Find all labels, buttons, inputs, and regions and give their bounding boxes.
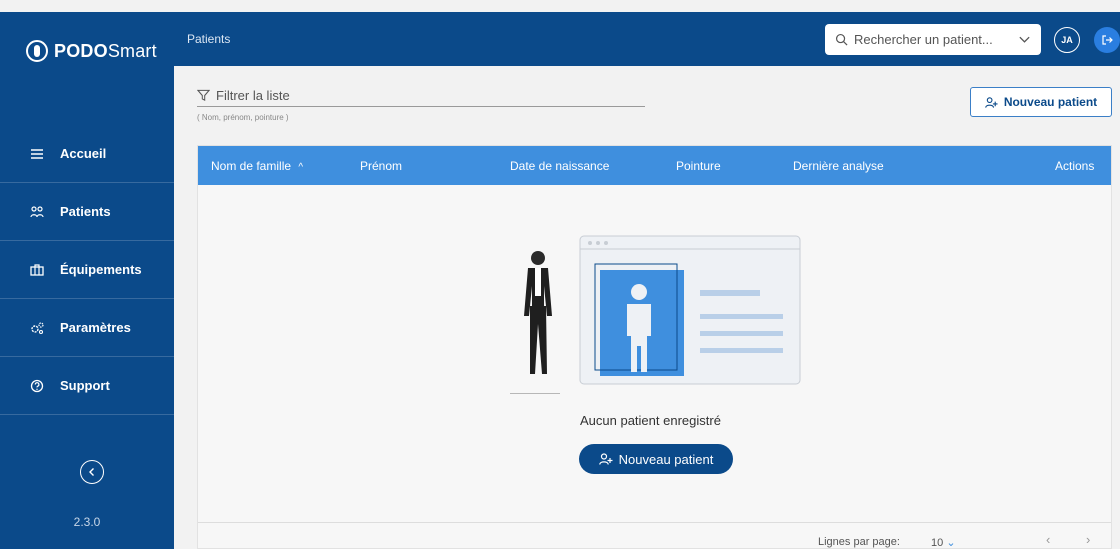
app-root: PODOSmart Accueil Patients Équipements P… — [0, 0, 1120, 549]
users-icon — [30, 205, 44, 217]
sidebar-item-label: Patients — [60, 204, 111, 219]
chevron-down-icon: ⌄ — [946, 537, 956, 549]
filter-hint: ( Nom, prénom, pointure ) — [197, 113, 289, 122]
table-header: Nom de famille ^ Prénom Date de naissanc… — [198, 146, 1111, 185]
logo-text: PODOSmart — [54, 40, 157, 61]
top-bar: Patients Rechercher un patient... JA — [174, 12, 1120, 66]
sidebar-nav: Accueil Patients Équipements Paramètres … — [0, 125, 174, 415]
sidebar-item-label: Support — [60, 378, 110, 393]
foot-logo-icon — [26, 40, 48, 62]
search-placeholder: Rechercher un patient... — [854, 32, 993, 47]
search-icon — [835, 33, 848, 46]
next-page-button[interactable]: › — [1086, 532, 1090, 547]
empty-new-patient-button[interactable]: Nouveau patient — [579, 444, 733, 474]
column-header-derniere-analyse[interactable]: Dernière analyse — [793, 159, 884, 173]
app-logo: PODOSmart — [0, 12, 174, 72]
briefcase-icon — [30, 263, 44, 276]
sidebar-item-label: Accueil — [60, 146, 107, 161]
chevron-left-icon — [89, 468, 94, 476]
logout-button[interactable] — [1094, 27, 1120, 53]
table-footer: Lignes par page: 10 ⌄ ‹ › — [198, 522, 1111, 549]
sidebar-item-label: Équipements — [60, 262, 142, 277]
app-version: 2.3.0 — [73, 515, 101, 529]
sort-ascending-icon: ^ — [298, 162, 304, 173]
sidebar: PODOSmart Accueil Patients Équipements P… — [0, 12, 174, 549]
previous-page-button[interactable]: ‹ — [1046, 532, 1050, 547]
add-user-icon — [984, 96, 998, 108]
filter-placeholder: Filtrer la liste — [216, 88, 290, 103]
user-avatar[interactable]: JA — [1054, 27, 1080, 53]
column-header-prenom[interactable]: Prénom — [360, 159, 402, 173]
filter-input[interactable]: Filtrer la liste — [197, 88, 645, 107]
column-header-date-naissance[interactable]: Date de naissance — [510, 159, 609, 173]
rows-per-page-label: Lignes par page: — [818, 536, 900, 548]
patients-table: Nom de famille ^ Prénom Date de naissanc… — [197, 145, 1112, 549]
collapse-sidebar-button[interactable] — [80, 460, 104, 484]
logout-icon — [1102, 35, 1113, 45]
filter-icon — [197, 89, 210, 101]
rows-per-page-select[interactable]: 10 ⌄ — [931, 536, 956, 549]
column-header-pointure[interactable]: Pointure — [676, 159, 721, 173]
sidebar-item-label: Paramètres — [60, 320, 131, 335]
sidebar-item-parametres[interactable]: Paramètres — [0, 299, 174, 357]
column-header-actions: Actions — [1055, 159, 1095, 173]
help-icon — [30, 379, 44, 392]
new-patient-button[interactable]: Nouveau patient — [970, 87, 1112, 117]
breadcrumb: Patients — [187, 32, 231, 46]
new-patient-label: Nouveau patient — [1003, 95, 1098, 109]
add-user-icon — [598, 453, 613, 465]
sidebar-item-equipements[interactable]: Équipements — [0, 241, 174, 299]
chevron-down-icon[interactable] — [1018, 33, 1031, 46]
menu-icon — [31, 148, 43, 159]
patient-search-input[interactable]: Rechercher un patient... — [825, 24, 1041, 55]
empty-new-patient-label: Nouveau patient — [618, 451, 714, 467]
empty-state-message: Aucun patient enregistré — [580, 413, 721, 428]
sidebar-item-accueil[interactable]: Accueil — [0, 125, 174, 183]
sidebar-item-support[interactable]: Support — [0, 357, 174, 415]
empty-state-illustration — [510, 235, 801, 394]
column-header-nom[interactable]: Nom de famille ^ — [211, 159, 303, 173]
gears-icon — [31, 321, 44, 334]
sidebar-item-patients[interactable]: Patients — [0, 183, 174, 241]
